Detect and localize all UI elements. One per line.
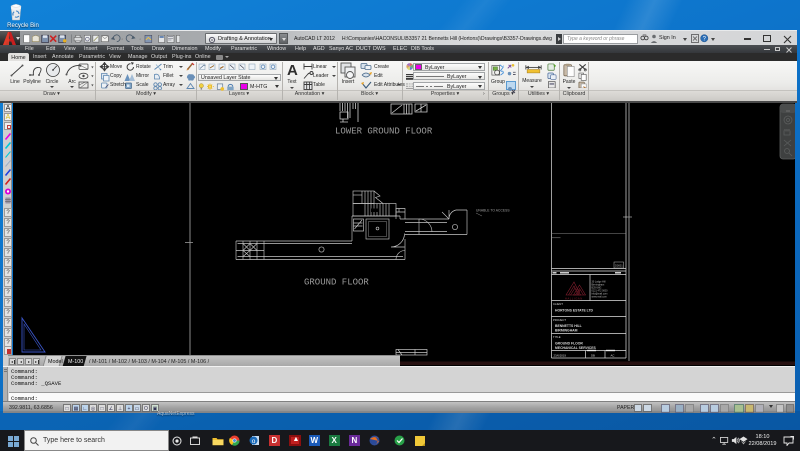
svg-text:DB: DB [591, 354, 595, 358]
svg-text:PROJECT: PROJECT [553, 318, 566, 322]
svg-text:TITLE: TITLE [553, 335, 561, 339]
svg-text:BIRMINGHAM: BIRMINGHAM [555, 329, 578, 333]
svg-text:LOWER GROUND FLOOR: LOWER GROUND FLOOR [335, 127, 433, 137]
svg-text:www.mail.com: www.mail.com [592, 296, 607, 299]
svg-text:GROUND FLOOR: GROUND FLOOR [304, 278, 369, 288]
svg-text:AC: AC [611, 354, 615, 358]
svg-text:D0001: D0001 [615, 264, 623, 268]
svg-text:HORTONS ESTATE LTD: HORTONS ESTATE LTD [555, 309, 594, 313]
svg-text:MECHANICAL SERVICES: MECHANICAL SERVICES [555, 346, 596, 350]
svg-text:23/6/2019: 23/6/2019 [554, 354, 567, 358]
svg-text:BENNETTS HILL: BENNETTS HILL [555, 324, 582, 328]
svg-text:GROUND FLOOR: GROUND FLOOR [555, 342, 583, 346]
svg-text:CLIENT: CLIENT [553, 302, 563, 306]
svg-text:UNABLE TO ACCESS: UNABLE TO ACCESS [476, 209, 510, 213]
svg-text:o: o [252, 438, 256, 445]
svg-text:H A L L I G A N: H A L L I G A N [565, 297, 582, 301]
